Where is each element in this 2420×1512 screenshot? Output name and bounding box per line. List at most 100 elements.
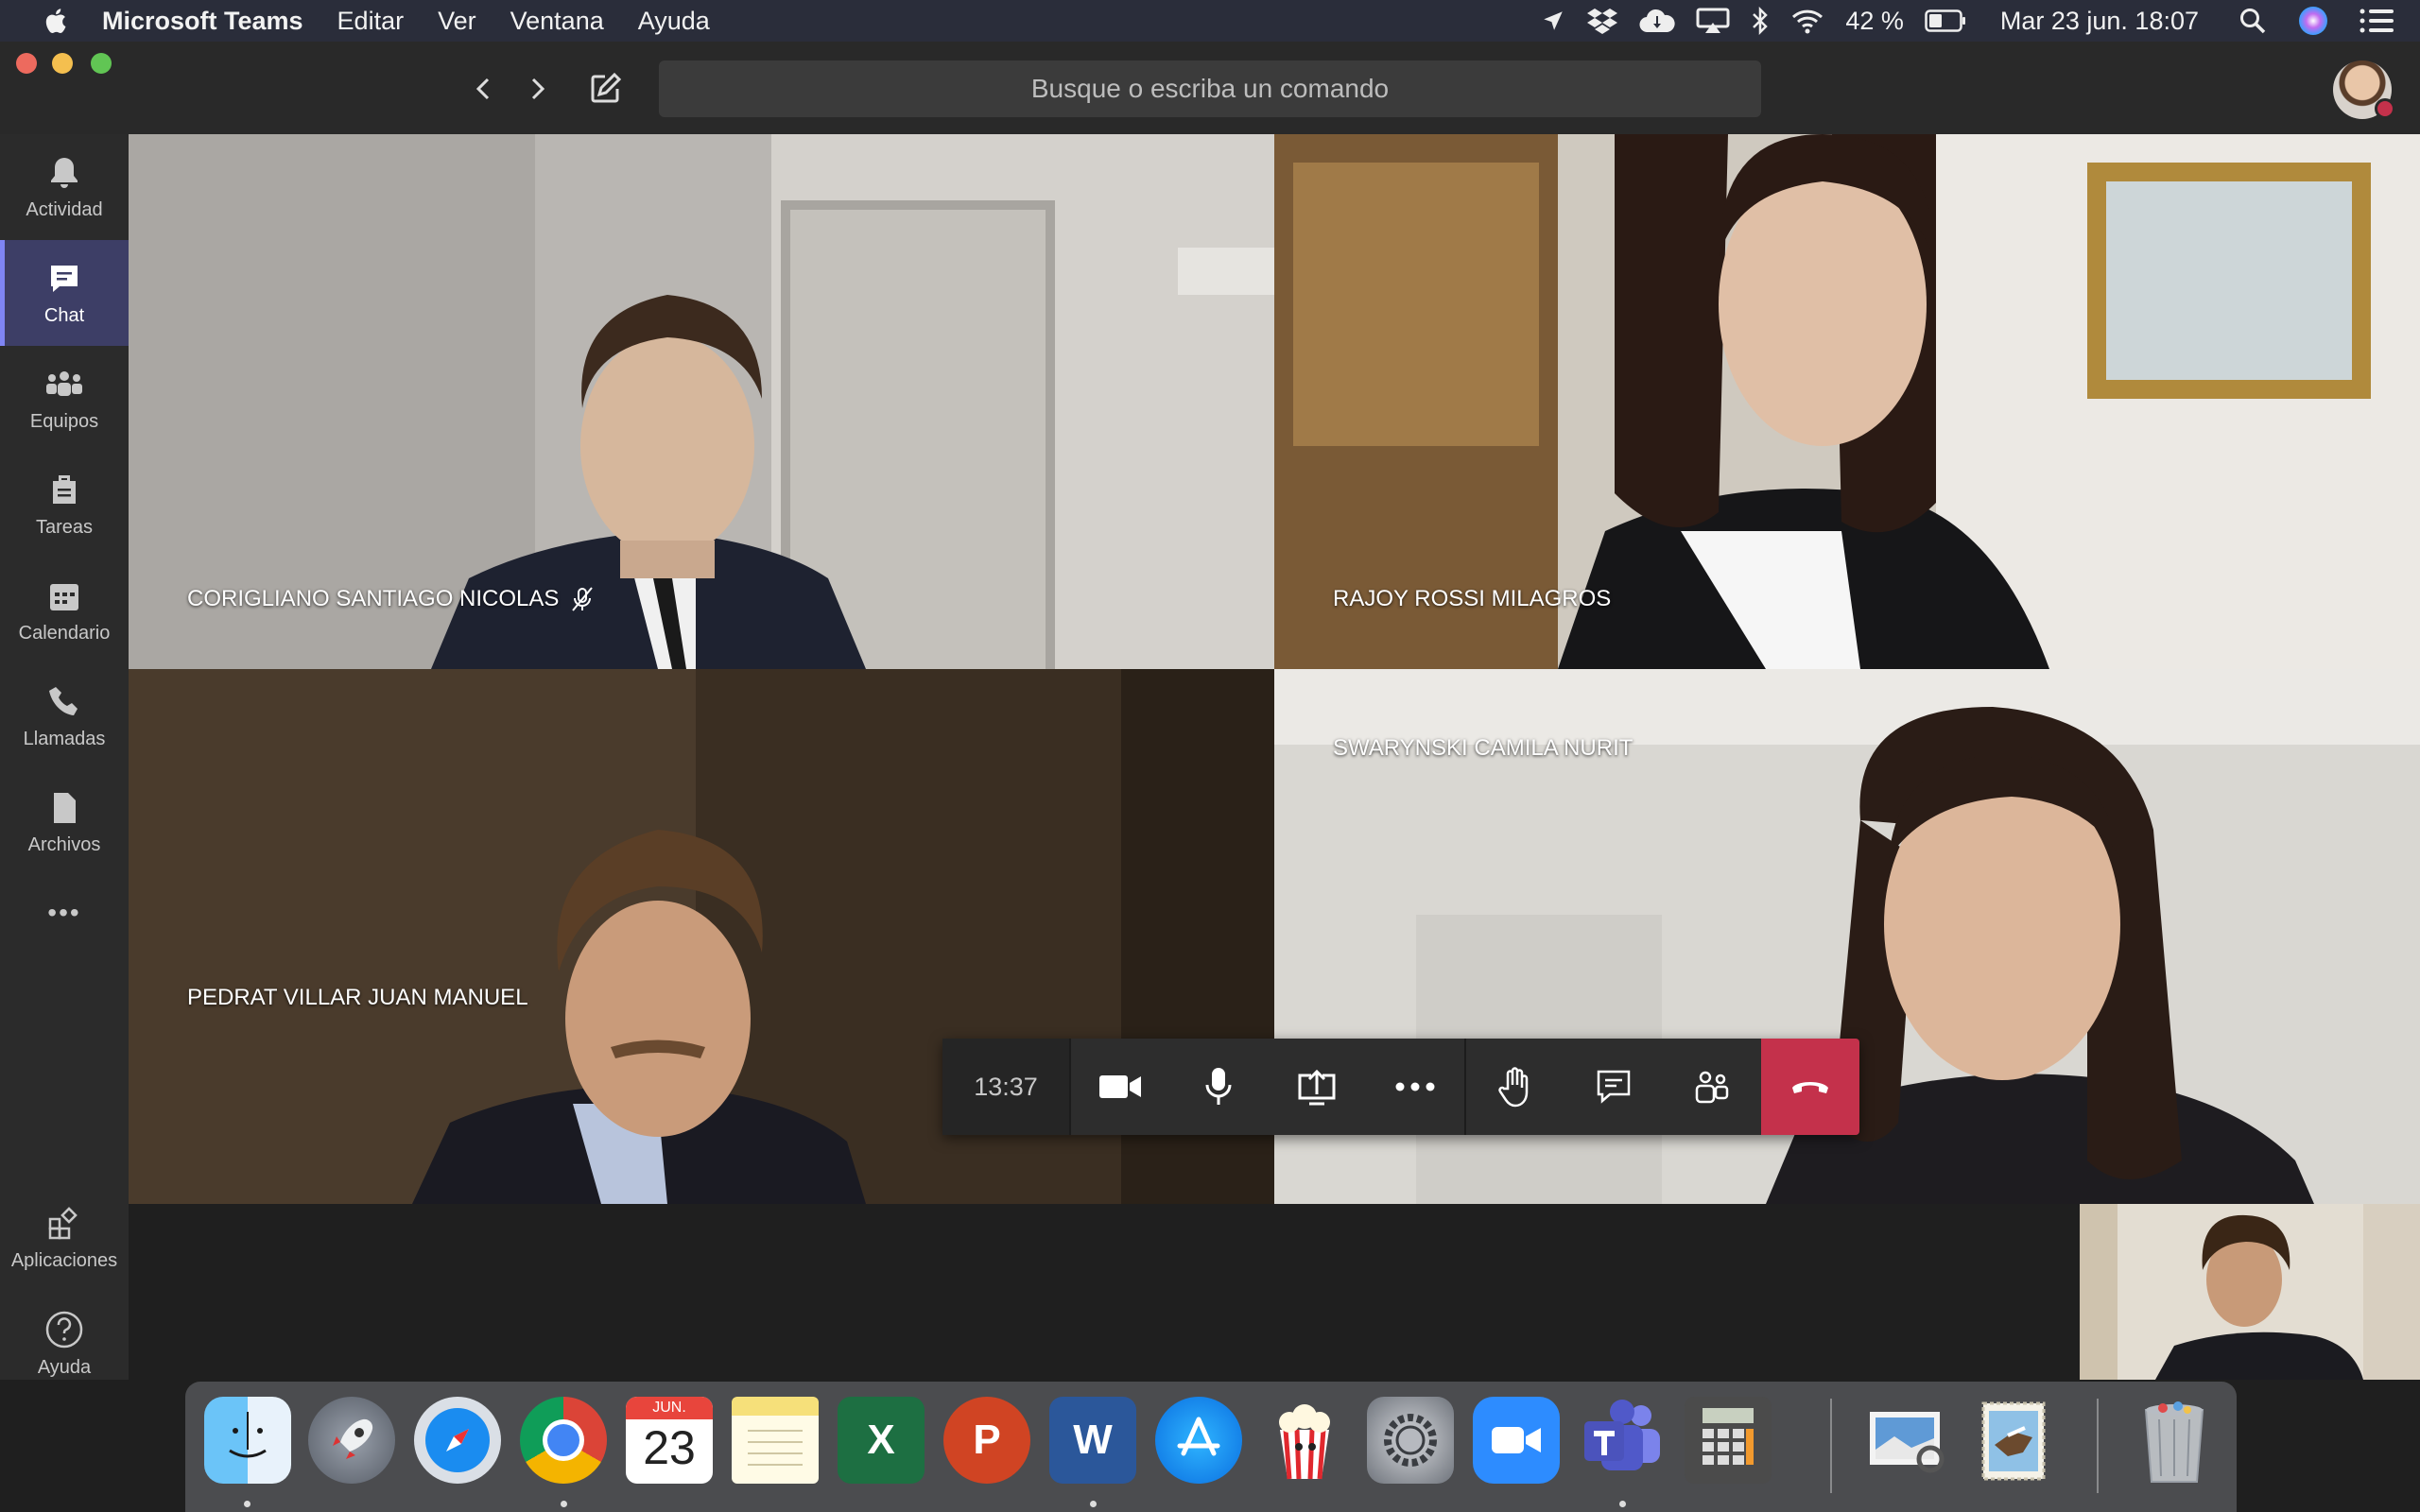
dock-chrome[interactable] (520, 1397, 607, 1484)
menu-ventana[interactable]: Ventana (510, 7, 604, 36)
calendar-day: 23 (643, 1421, 696, 1474)
minimize-window-button[interactable] (52, 53, 73, 74)
menu-ver[interactable]: Ver (438, 7, 476, 36)
camera-toggle-button[interactable] (1071, 1039, 1169, 1135)
more-dots-icon (1395, 1082, 1435, 1091)
video-tile-1[interactable]: CORIGLIANO SANTIAGO NICOLAS (129, 134, 1274, 669)
show-participants-button[interactable] (1663, 1039, 1761, 1135)
dock-separator (2097, 1399, 2099, 1493)
running-indicator (1090, 1501, 1097, 1507)
participant-name: CORIGLIANO SANTIAGO NICOLAS (187, 586, 560, 611)
word-icon: W (1073, 1417, 1113, 1463)
rail-item-tareas[interactable]: Tareas (0, 452, 129, 558)
rail-label: Calendario (18, 622, 111, 644)
zoom-window-button[interactable] (91, 53, 112, 74)
help-icon (45, 1311, 83, 1348)
menu-editar[interactable]: Editar (337, 7, 405, 36)
dock-calculator[interactable] (1685, 1397, 1772, 1484)
dock-powerpoint[interactable]: P (943, 1397, 1030, 1484)
show-conversation-button[interactable] (1564, 1039, 1663, 1135)
running-indicator (561, 1501, 567, 1507)
dock-calendar[interactable]: JUN. 23 (626, 1397, 713, 1484)
rail-item-equipos[interactable]: Equipos (0, 346, 129, 452)
apps-icon (48, 1206, 78, 1239)
dock-preview[interactable] (1864, 1397, 1951, 1484)
dock-mail[interactable] (1970, 1397, 2057, 1484)
siri-icon[interactable] (2297, 5, 2329, 37)
calendar-month: JUN. (626, 1397, 713, 1419)
rail-item-ayuda[interactable]: Ayuda (0, 1291, 129, 1397)
airplay-icon[interactable] (1696, 8, 1730, 34)
rail-label: Ayuda (37, 1356, 92, 1378)
close-window-button[interactable] (16, 53, 37, 74)
dock-launchpad[interactable] (308, 1397, 395, 1484)
share-screen-icon (1298, 1069, 1336, 1106)
rail-item-aplicaciones[interactable]: Aplicaciones (0, 1185, 129, 1291)
dock-finder[interactable] (204, 1397, 291, 1484)
chevron-right-icon (531, 77, 545, 100)
files-icon (54, 792, 76, 823)
raise-hand-button[interactable] (1466, 1039, 1564, 1135)
share-screen-button[interactable] (1268, 1039, 1366, 1135)
participant-name: RAJOY ROSSI MILAGROS (1333, 586, 1612, 611)
window-titlebar: Busque o escriba un comando (0, 42, 2420, 134)
command-search-input[interactable]: Busque o escriba un comando (659, 60, 1761, 117)
cloud-icon[interactable] (1639, 8, 1675, 34)
video-camera-icon (1099, 1075, 1141, 1098)
apple-logo-icon[interactable] (36, 7, 74, 35)
rail-item-actividad[interactable]: Actividad (0, 134, 129, 240)
wifi-icon[interactable] (1790, 8, 1824, 34)
teams-icon (46, 370, 82, 396)
mic-toggle-button[interactable] (1169, 1039, 1268, 1135)
mail-stamp-icon (1981, 1401, 2046, 1481)
bluetooth-icon[interactable] (1751, 7, 1770, 35)
trash-icon (2144, 1401, 2204, 1483)
dock-popcorn-time[interactable] (1261, 1397, 1348, 1484)
dock-system-preferences[interactable] (1367, 1397, 1454, 1484)
spotlight-search-icon[interactable] (2238, 7, 2267, 35)
dock-excel[interactable]: X (838, 1397, 925, 1484)
notes-icon (748, 1430, 803, 1466)
calendar-icon (50, 583, 78, 610)
dock-notes[interactable] (732, 1397, 819, 1484)
chat-icon (51, 265, 78, 292)
running-indicator (244, 1501, 251, 1507)
compose-icon (591, 72, 622, 103)
rail-label: Llamadas (23, 728, 106, 749)
app-rail: Actividad Chat Equipos Tareas Calendario… (0, 134, 129, 1380)
teams-app-icon (1584, 1400, 1660, 1470)
rail-label: Actividad (26, 198, 103, 220)
chrome-icon (543, 1419, 584, 1461)
video-tile-2[interactable]: RAJOY ROSSI MILAGROS (1274, 134, 2420, 669)
dock-zoom[interactable] (1473, 1397, 1560, 1484)
dock-safari[interactable] (414, 1397, 501, 1484)
more-actions-button[interactable] (1366, 1039, 1464, 1135)
menu-app-name[interactable]: Microsoft Teams (102, 7, 303, 36)
safari-compass-icon (425, 1408, 490, 1472)
notification-center-icon[interactable] (2360, 9, 2394, 33)
rail-item-llamadas[interactable]: Llamadas (0, 663, 129, 769)
dock-word[interactable]: W (1049, 1397, 1136, 1484)
rail-label: Equipos (29, 410, 99, 432)
microphone-icon (1205, 1068, 1232, 1105)
menu-ayuda[interactable]: Ayuda (638, 7, 710, 36)
new-chat-button[interactable] (584, 68, 626, 110)
dock-app-store[interactable] (1155, 1397, 1242, 1484)
rail-label: Chat (43, 304, 85, 326)
dock-trash[interactable] (2131, 1397, 2218, 1484)
dock-microsoft-teams[interactable] (1579, 1397, 1666, 1484)
clock[interactable]: Mar 23 jun. 18:07 (2000, 7, 2199, 36)
battery-icon[interactable] (1925, 9, 1966, 32)
more-apps-button[interactable]: ••• (0, 875, 129, 951)
call-duration: 13:37 (942, 1039, 1071, 1135)
rail-label: Tareas (35, 516, 94, 538)
self-view[interactable] (2080, 1204, 2420, 1380)
dropbox-icon[interactable] (1586, 7, 1618, 35)
back-button[interactable] (463, 68, 505, 110)
location-arrow-icon[interactable] (1541, 9, 1565, 33)
rail-item-chat[interactable]: Chat (0, 240, 129, 346)
forward-button[interactable] (516, 68, 558, 110)
hang-up-button[interactable] (1761, 1039, 1859, 1135)
rail-item-archivos[interactable]: Archivos (0, 769, 129, 875)
rail-item-calendario[interactable]: Calendario (0, 558, 129, 663)
